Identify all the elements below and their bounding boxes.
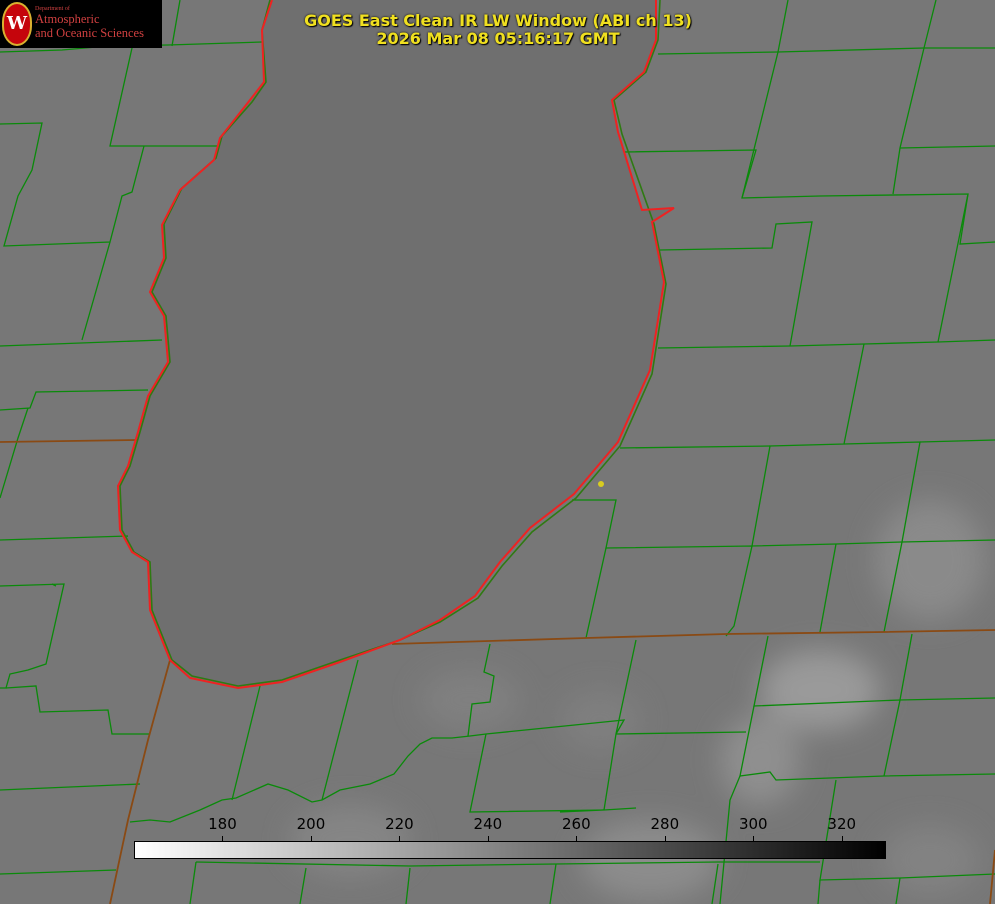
colorbar-tick-mark bbox=[222, 836, 224, 842]
colorbar-tick-label: 180 bbox=[208, 815, 237, 833]
logo-line1: Atmospheric bbox=[35, 12, 100, 26]
colorbar-tick-mark bbox=[487, 836, 489, 842]
colorbar-tick-mark bbox=[576, 836, 578, 842]
colorbar bbox=[134, 841, 886, 859]
colorbar-tick-mark bbox=[841, 836, 843, 842]
colorbar-tick-label: 320 bbox=[827, 815, 857, 833]
colorbar-tick-mark bbox=[664, 836, 666, 842]
city-marker bbox=[598, 481, 604, 487]
uw-seal-icon: W bbox=[2, 2, 32, 46]
colorbar-tick-label: 280 bbox=[650, 815, 680, 833]
colorbar-tick-label: 300 bbox=[738, 815, 768, 833]
colorbar-tick-label: 220 bbox=[385, 815, 414, 833]
image-timestamp: 2026 Mar 08 05:16:17 GMT bbox=[376, 29, 620, 48]
logo-line2: and Oceanic Sciences bbox=[35, 26, 144, 40]
colorbar-tick-mark bbox=[310, 836, 312, 842]
satellite-map bbox=[0, 0, 995, 904]
colorbar-tick-mark bbox=[753, 836, 755, 842]
satellite-image-viewer: W Department of Atmospheric and Oceanic … bbox=[0, 0, 995, 904]
colorbar-tick-label: 240 bbox=[473, 815, 503, 833]
colorbar-tick-mark bbox=[399, 836, 401, 842]
uw-aos-logo: W Department of Atmospheric and Oceanic … bbox=[0, 0, 162, 48]
colorbar-tick-label: 260 bbox=[562, 815, 591, 833]
image-title: GOES East Clean IR LW Window (ABI ch 13) bbox=[304, 11, 692, 30]
colorbar-tick-label: 200 bbox=[296, 815, 326, 833]
